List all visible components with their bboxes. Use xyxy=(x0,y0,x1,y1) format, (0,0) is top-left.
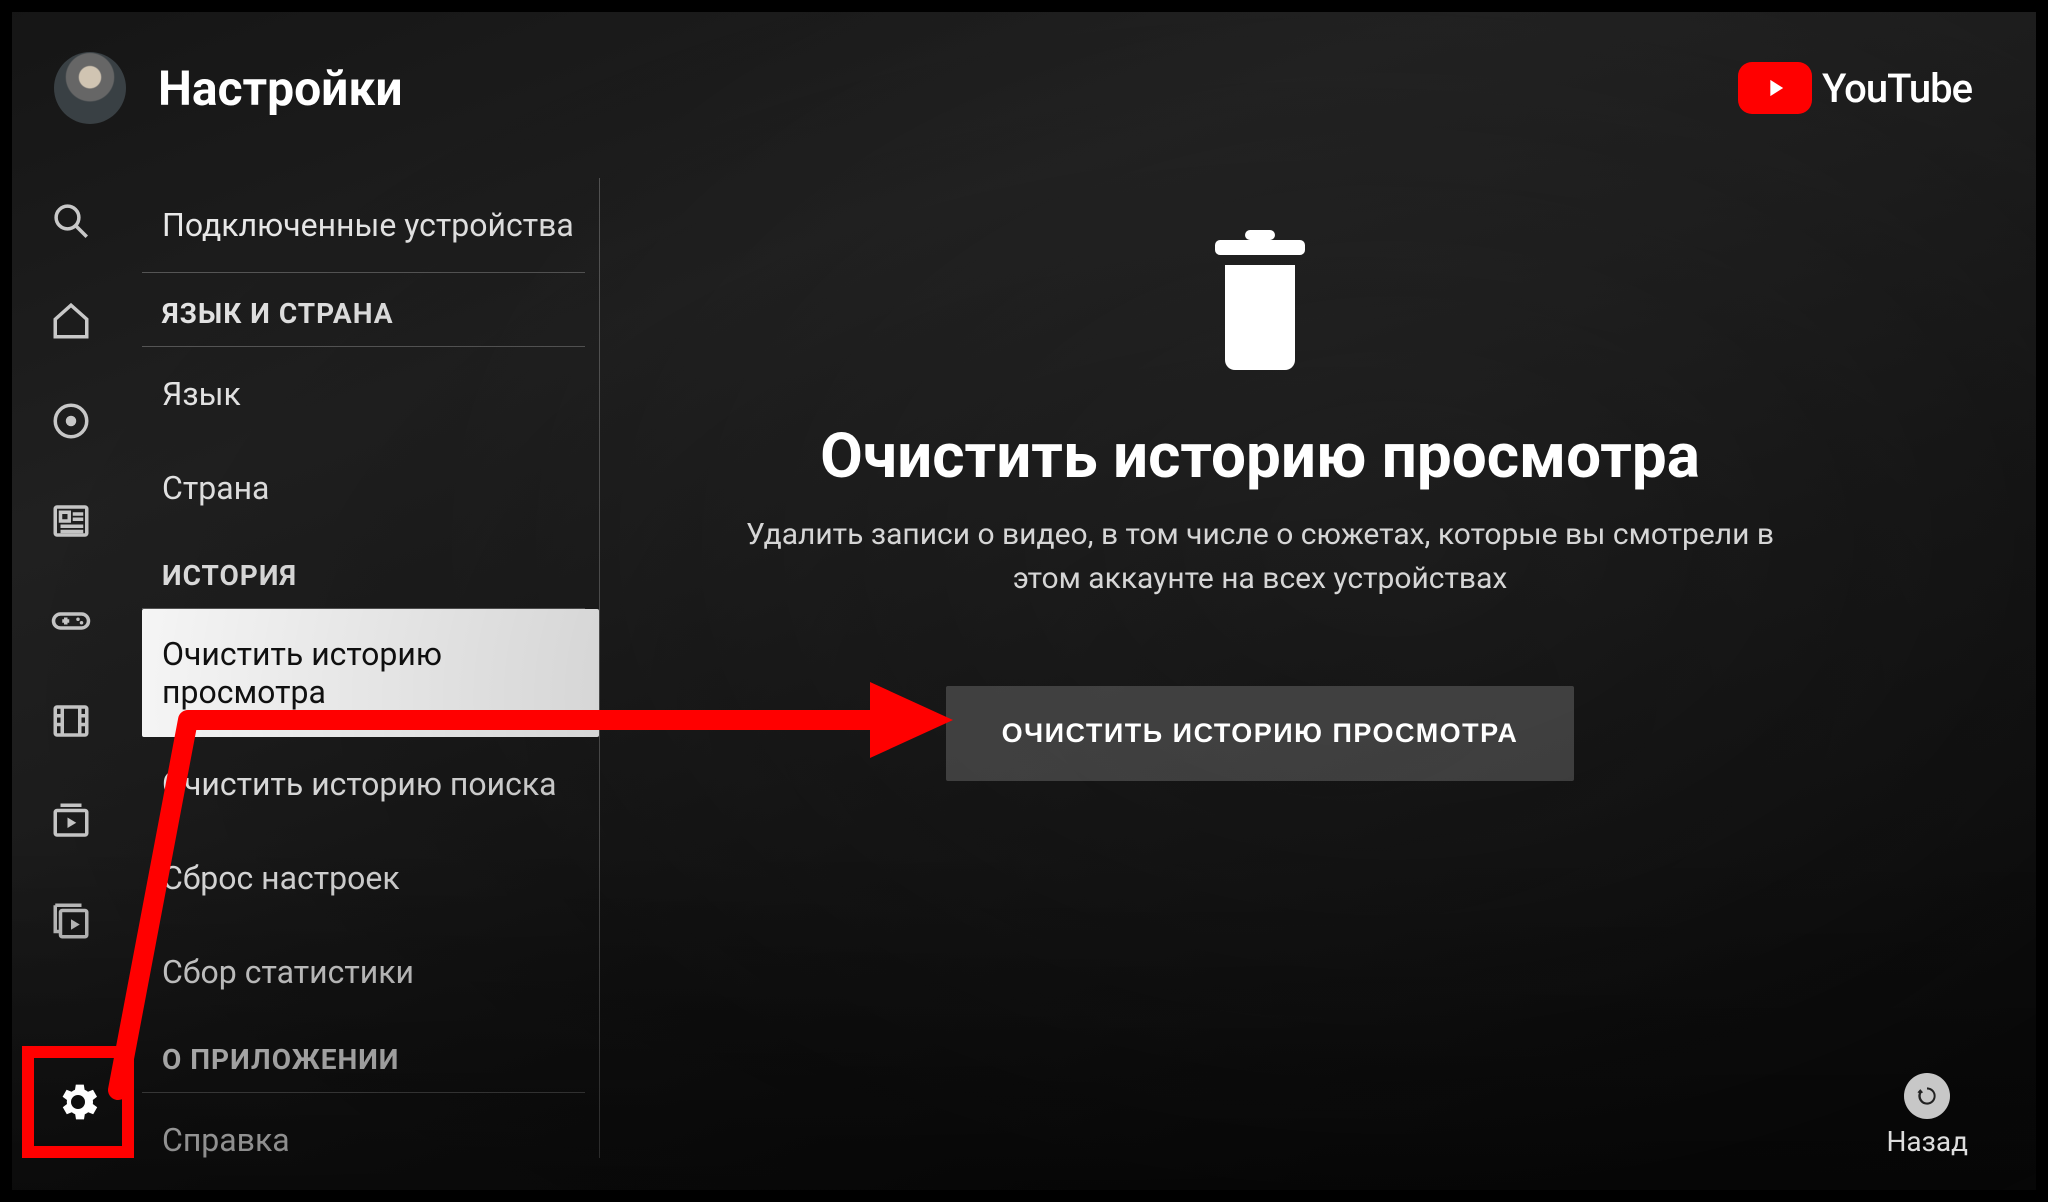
sidebar-section-history: ИСТОРИЯ xyxy=(142,535,585,609)
back-icon xyxy=(1904,1073,1950,1119)
subscriptions-icon[interactable] xyxy=(50,500,92,542)
header: Настройки xyxy=(54,52,403,124)
sidebar-item-country[interactable]: Страна xyxy=(142,441,585,535)
trash-icon xyxy=(1200,230,1320,370)
sidebar-item-connected-devices[interactable]: Подключенные устройства xyxy=(142,178,585,273)
watchlater-icon[interactable] xyxy=(50,800,92,842)
youtube-play-icon xyxy=(1738,62,1812,114)
sidebar-item-clear-search-history[interactable]: Очистить историю поиска xyxy=(142,737,585,831)
avatar[interactable] xyxy=(54,52,126,124)
youtube-wordmark: YouTube xyxy=(1822,65,1972,112)
sidebar-item-language[interactable]: Язык xyxy=(142,347,585,441)
library-icon[interactable] xyxy=(50,900,92,942)
youtube-logo: YouTube xyxy=(1738,62,1972,114)
detail-title: Очистить историю просмотра xyxy=(820,420,1700,493)
settings-sidebar: Подключенные устройства ЯЗЫК И СТРАНА Яз… xyxy=(142,178,600,1158)
sidebar-item-help[interactable]: Справка xyxy=(142,1093,585,1158)
sidebar-item-reset-settings[interactable]: Сброс настроек xyxy=(142,831,585,925)
movies-icon[interactable] xyxy=(50,700,92,742)
back-button[interactable]: Назад xyxy=(1886,1073,1968,1158)
sidebar-section-language-country: ЯЗЫК И СТРАНА xyxy=(142,273,585,347)
settings-gear-icon[interactable] xyxy=(22,1046,134,1158)
originals-icon[interactable] xyxy=(50,400,92,442)
back-label: Назад xyxy=(1886,1125,1968,1158)
clear-watch-history-button[interactable]: ОЧИСТИТЬ ИСТОРИЮ ПРОСМОТРА xyxy=(946,686,1575,781)
sidebar-section-about: О ПРИЛОЖЕНИИ xyxy=(142,1019,585,1093)
detail-pane: Очистить историю просмотра Удалить запис… xyxy=(640,230,1880,781)
sidebar-item-clear-watch-history[interactable]: Очистить историю просмотра xyxy=(142,609,599,737)
search-icon[interactable] xyxy=(50,200,92,242)
sidebar-item-stats-collection[interactable]: Сбор статистики xyxy=(142,925,585,1019)
page-title: Настройки xyxy=(158,60,403,117)
detail-description: Удалить записи о видео, в том числе о сю… xyxy=(710,513,1810,600)
gaming-icon[interactable] xyxy=(50,600,92,642)
home-icon[interactable] xyxy=(50,300,92,342)
nav-rail xyxy=(50,200,110,942)
